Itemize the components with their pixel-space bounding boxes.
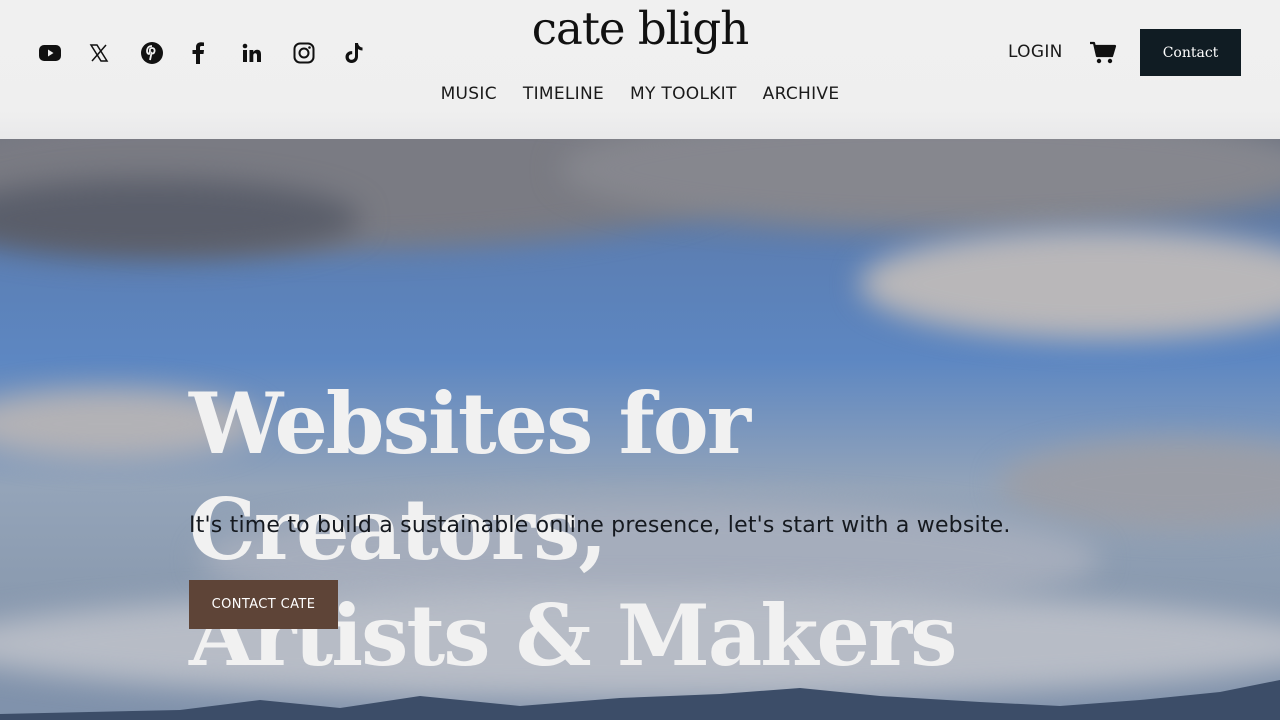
main-nav: MUSIC TIMELINE MY TOOLKIT ARCHIVE xyxy=(0,84,1280,104)
login-link[interactable]: LOGIN xyxy=(1008,42,1063,62)
contact-button[interactable]: Contact xyxy=(1140,29,1241,76)
hero-title-line-1: Websites for Creators, xyxy=(189,374,751,579)
cart-button[interactable] xyxy=(1089,41,1117,65)
hero-subtitle: It's time to build a sustainable online … xyxy=(189,513,1011,538)
contact-cate-button[interactable]: CONTACT CATE xyxy=(189,580,338,629)
hero-section: Websites for Creators, Artists & Makers … xyxy=(0,139,1280,720)
site-header: cate bligh MUSIC TIMELINE MY TOOLKIT ARC… xyxy=(0,0,1280,139)
nav-item-my-toolkit[interactable]: MY TOOLKIT xyxy=(630,84,737,104)
cart-icon xyxy=(1090,41,1117,64)
site-logo[interactable]: cate bligh xyxy=(0,2,1280,55)
nav-item-archive[interactable]: ARCHIVE xyxy=(763,84,840,104)
nav-item-timeline[interactable]: TIMELINE xyxy=(523,84,604,104)
nav-item-music[interactable]: MUSIC xyxy=(441,84,497,104)
